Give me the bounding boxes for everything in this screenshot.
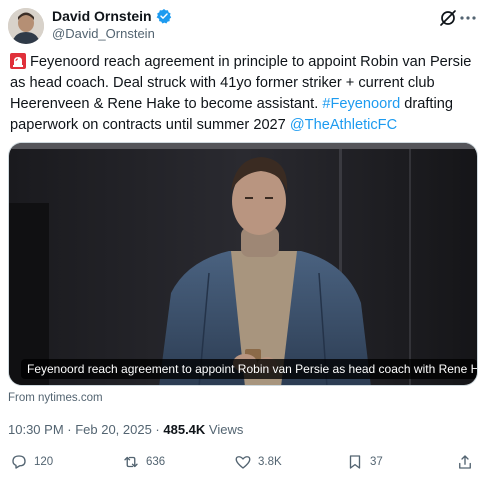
reply-icon	[12, 455, 26, 469]
reply-count: 120	[34, 456, 54, 468]
repost-count: 636	[146, 456, 166, 468]
more-icon[interactable]	[458, 8, 478, 28]
author-display-name[interactable]: David Ornstein	[52, 8, 152, 24]
repost-button[interactable]: 636	[122, 450, 165, 474]
author-name-row: David Ornstein	[52, 8, 172, 24]
bookmark-icon	[349, 455, 361, 469]
views-count: 485.4K	[163, 422, 206, 437]
author-handle[interactable]: @David_Ornstein	[52, 26, 155, 41]
siren-emoji-icon	[10, 53, 26, 69]
tweet-datetime[interactable]: 10:30 PM · Feb 20, 2025 ·	[8, 422, 163, 437]
like-count: 3.8K	[258, 456, 282, 468]
tweet-meta: 10:30 PM · Feb 20, 2025 · 485.4K Views	[8, 422, 243, 437]
reply-button[interactable]: 120	[10, 450, 53, 474]
action-bar: 120 636 3.8K 37	[0, 450, 484, 480]
media-source[interactable]: From nytimes.com	[8, 392, 103, 404]
grok-icon[interactable]	[438, 8, 458, 28]
tweet: David Ornstein @David_Ornstein Feyenoord…	[0, 0, 484, 483]
media-photo	[9, 143, 477, 385]
views-label: Views	[205, 422, 244, 437]
avatar-image	[8, 8, 44, 44]
share-icon	[459, 455, 471, 469]
bookmark-button[interactable]: 37	[346, 450, 383, 474]
verified-badge-icon	[156, 8, 172, 24]
repost-icon	[124, 456, 138, 468]
hashtag-link[interactable]: #Feyenoord	[322, 96, 400, 112]
tweet-text: Feyenoord reach agreement in principle t…	[10, 52, 478, 136]
mention-link[interactable]: @TheAthleticFC	[290, 117, 397, 133]
like-button[interactable]: 3.8K	[234, 450, 282, 474]
media-caption: Feyenoord reach agreement to appoint Rob…	[21, 359, 477, 379]
media-card[interactable]: Feyenoord reach agreement to appoint Rob…	[8, 142, 478, 386]
heart-icon	[235, 456, 251, 469]
bookmark-count: 37	[370, 456, 383, 468]
avatar[interactable]	[8, 8, 44, 44]
share-button[interactable]	[456, 450, 474, 474]
